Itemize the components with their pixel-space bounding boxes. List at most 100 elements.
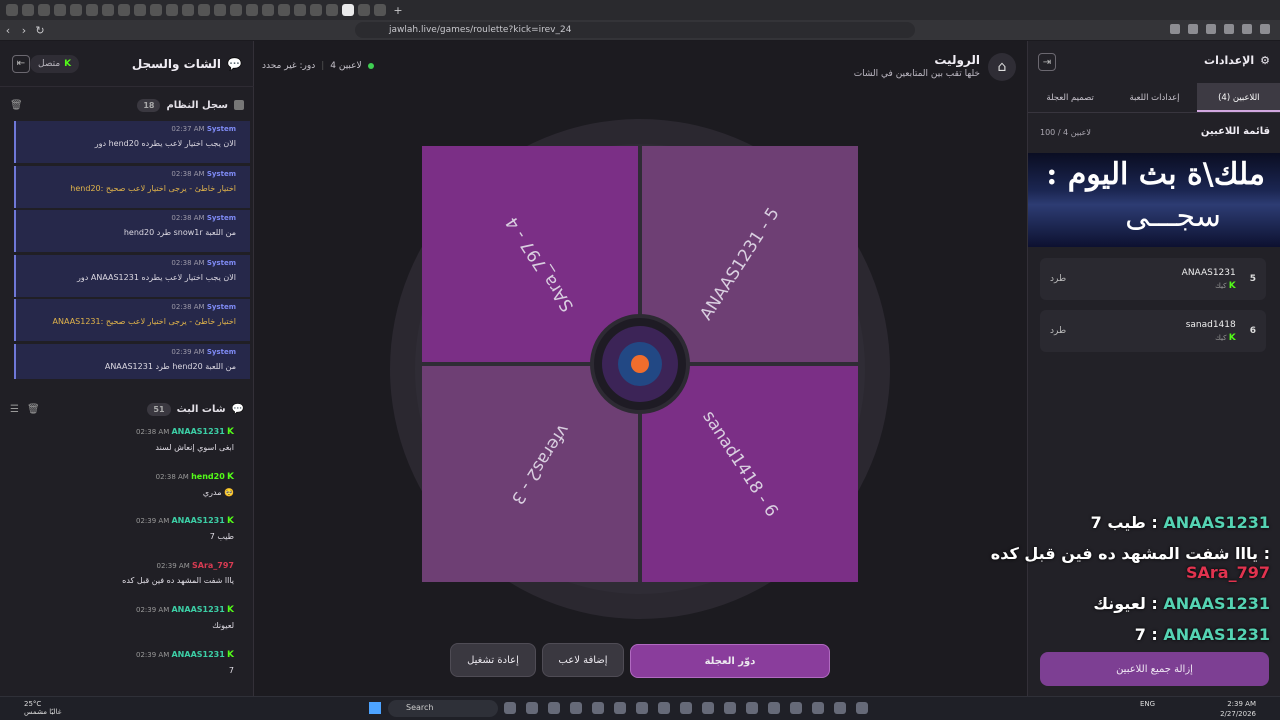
lang-indicator[interactable]: ENG <box>1140 700 1155 708</box>
kick-icon: K <box>227 516 234 526</box>
filter-icon[interactable]: ☰ <box>10 404 19 415</box>
browser-tab[interactable] <box>6 4 18 16</box>
msg-user[interactable]: ANAAS1231 <box>171 516 224 525</box>
tab-game-settings[interactable]: إعدادات اللعبة <box>1112 83 1196 112</box>
sidebar-icon[interactable] <box>1242 24 1252 34</box>
zoom-icon[interactable] <box>1188 24 1198 34</box>
clock[interactable]: 2:39 AM 2/27/2026 <box>1220 699 1256 719</box>
syslog-list[interactable]: 02:37 AM System دور hend20 الان يجب اختي… <box>14 121 250 379</box>
browser-tab[interactable] <box>182 4 194 16</box>
kick-player-button[interactable]: طرد <box>1050 326 1066 336</box>
reload-icon[interactable]: ↻ <box>32 24 48 37</box>
browser-tab[interactable] <box>70 4 82 16</box>
url-field[interactable]: jawlah.live/games/roulette?kick=irev_24 <box>355 22 915 38</box>
translate-icon[interactable] <box>1170 24 1180 34</box>
taskbar-search[interactable]: Search <box>388 700 498 717</box>
overlay-line: يااا شفت المشهد ده فين قبل كده : SAra_79… <box>990 544 1270 582</box>
weather-widget[interactable]: 25°C غالبًا مشمس <box>24 700 61 716</box>
browser-tab[interactable] <box>198 4 210 16</box>
browser-tab[interactable] <box>38 4 50 16</box>
app-icon[interactable] <box>548 702 560 714</box>
collapse-settings-icon[interactable]: ⇥ <box>1038 53 1056 71</box>
app-icon[interactable] <box>592 702 604 714</box>
browser-tab[interactable] <box>214 4 226 16</box>
browser-tab[interactable] <box>358 4 370 16</box>
msg-user[interactable]: ANAAS1231 <box>171 650 224 659</box>
home-button[interactable]: ⌂ <box>988 53 1016 81</box>
app-icon[interactable] <box>680 702 692 714</box>
msg-user: System <box>206 214 236 222</box>
banner-line1: : ملك\ة بث اليوم <box>1046 157 1265 192</box>
task-view-icon[interactable] <box>504 702 516 714</box>
spin-wheel-button[interactable]: دوّر العجلة <box>630 644 830 678</box>
reset-button[interactable]: إعادة تشغيل <box>450 643 536 677</box>
syslog-title-text: سجل النظام <box>166 99 228 111</box>
browser-tab[interactable] <box>262 4 274 16</box>
overlay-user: ANAAS1231 <box>1163 594 1270 613</box>
msg-time: 02:39 AM <box>156 561 190 570</box>
browser-tab[interactable] <box>86 4 98 16</box>
app-icon[interactable] <box>746 702 758 714</box>
browser-tab[interactable] <box>150 4 162 16</box>
browser-tab[interactable] <box>326 4 338 16</box>
browser-tab[interactable] <box>230 4 242 16</box>
add-player-button[interactable]: إضافة لاعب <box>542 643 624 677</box>
browser-tab[interactable] <box>310 4 322 16</box>
browser-tab-active[interactable] <box>342 4 354 16</box>
kick-icon: K <box>227 427 234 437</box>
browser-tab[interactable] <box>374 4 386 16</box>
player-card: طرد sanad1418 كيك K 6 <box>1040 310 1266 352</box>
tab-players[interactable]: اللاعبين (4) <box>1196 83 1280 112</box>
chat-title-text: الشات والسجل <box>131 56 222 71</box>
chat-bubble-icon: 💬 <box>231 403 244 415</box>
roulette-wheel[interactable]: ANAAS1231 - 5sanad1418 - 6vferas2 - 3SAr… <box>389 118 891 620</box>
back-icon[interactable]: ‹ <box>0 24 16 37</box>
syslog-item: 02:38 AM System دور ANAAS1231 الان يجب ا… <box>14 254 250 297</box>
trash-icon[interactable]: 🗑 <box>10 100 23 111</box>
chat-title: الشات والسجل 💬 <box>132 57 242 71</box>
msg-time: 02:38 AM <box>171 258 205 267</box>
msg-user: System <box>206 303 236 311</box>
kick-player-button[interactable]: طرد <box>1050 274 1066 284</box>
app-icon[interactable] <box>526 702 538 714</box>
tab-wheel-design[interactable]: تصميم العجلة <box>1028 83 1112 112</box>
msg-user[interactable]: SAra_797 <box>192 561 234 570</box>
bookmark-icon[interactable] <box>1224 24 1234 34</box>
app-icon[interactable] <box>790 702 802 714</box>
app-icon[interactable] <box>702 702 714 714</box>
app-icon[interactable] <box>658 702 670 714</box>
browser-tab[interactable] <box>278 4 290 16</box>
forward-icon[interactable]: › <box>16 24 32 37</box>
clock-time: 2:39 AM <box>1227 700 1256 708</box>
app-icon[interactable] <box>834 702 846 714</box>
stream-chat-list[interactable]: 02:38 AM ANAAS1231 K ابغى اسوي إنعاش لسن… <box>0 425 250 695</box>
app-icon[interactable] <box>614 702 626 714</box>
browser-tab[interactable] <box>22 4 34 16</box>
start-icon[interactable] <box>369 702 381 714</box>
msg-text: 7 <box>228 665 234 675</box>
collapse-chat-icon[interactable]: ⇤ <box>12 54 30 73</box>
browser-tab[interactable] <box>102 4 114 16</box>
remove-all-players-button[interactable]: إزالة جميع اللاعبين <box>1040 652 1269 686</box>
app-icon[interactable] <box>768 702 780 714</box>
browser-tab[interactable] <box>118 4 130 16</box>
app-icon[interactable] <box>570 702 582 714</box>
share-icon[interactable] <box>1206 24 1216 34</box>
msg-user[interactable]: ANAAS1231 <box>171 427 224 436</box>
browser-tab[interactable] <box>134 4 146 16</box>
app-icon[interactable] <box>856 702 868 714</box>
browser-tab[interactable] <box>54 4 66 16</box>
overlay-text: لعيونك <box>1093 594 1146 613</box>
trash-icon[interactable]: 🗑 <box>27 404 40 415</box>
browser-tab[interactable] <box>294 4 306 16</box>
app-icon[interactable] <box>724 702 736 714</box>
menu-icon[interactable] <box>1260 24 1270 34</box>
gear-icon: ⚙ <box>1260 54 1270 67</box>
msg-user[interactable]: ANAAS1231 <box>171 605 224 614</box>
new-tab-icon[interactable]: + <box>390 4 406 17</box>
browser-tab[interactable] <box>166 4 178 16</box>
msg-user[interactable]: hend20 <box>191 472 225 481</box>
brave-icon[interactable] <box>636 702 648 714</box>
browser-tab[interactable] <box>246 4 258 16</box>
app-icon[interactable] <box>812 702 824 714</box>
